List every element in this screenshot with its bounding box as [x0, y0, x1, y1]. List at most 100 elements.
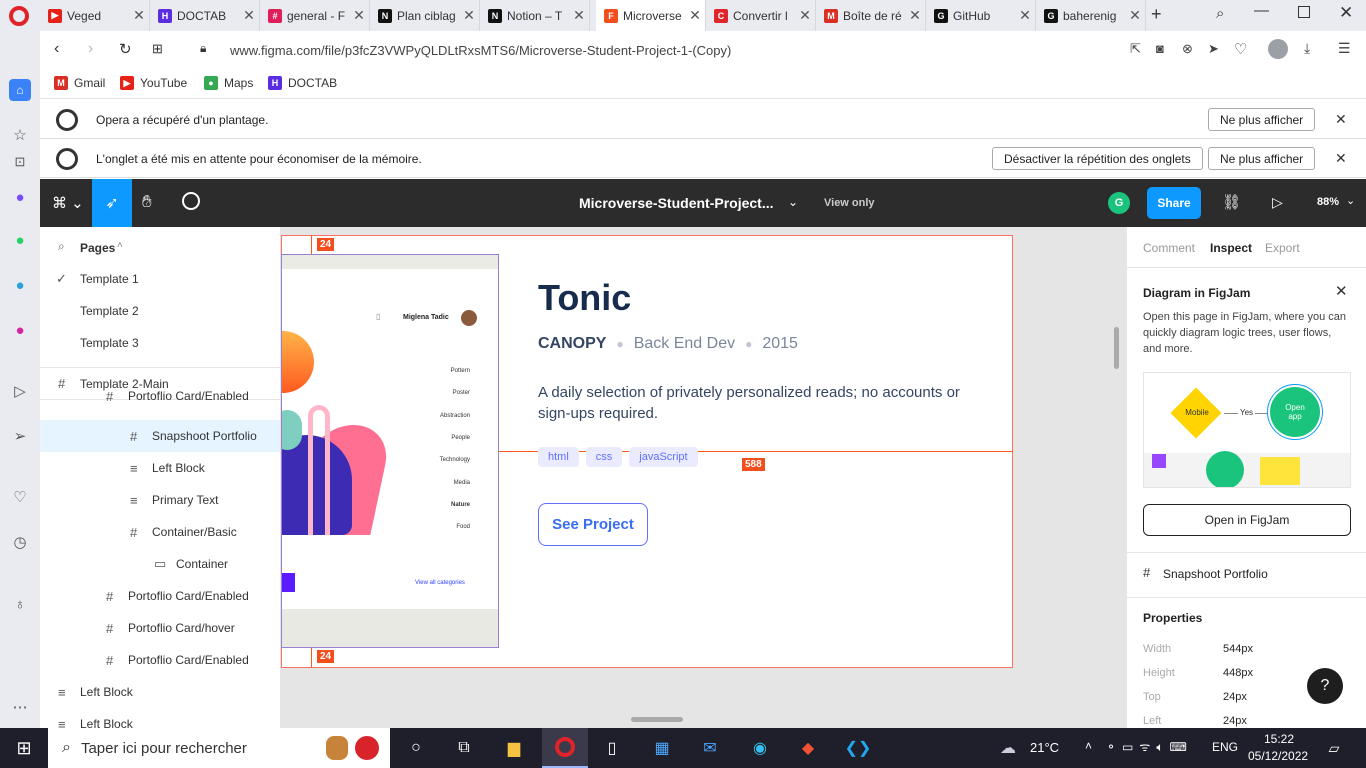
tab-close-icon[interactable]: ✕	[349, 7, 369, 24]
profile-icon[interactable]	[1268, 39, 1288, 59]
weather-icon[interactable]: ☁	[996, 736, 1020, 760]
vscode-icon[interactable]: ❮❯	[845, 736, 872, 760]
tab-close-icon[interactable]: ✕	[1015, 7, 1035, 24]
bookmark-heart-icon[interactable]: ♡	[1234, 40, 1247, 58]
send-icon[interactable]: ➢	[9, 425, 31, 447]
chevron-down-icon[interactable]: ⌄	[1346, 194, 1355, 207]
speed-dial-icon[interactable]: ☆	[9, 124, 31, 146]
mail-icon[interactable]: ✉	[698, 736, 722, 760]
minimize-icon[interactable]: —	[1254, 2, 1269, 19]
close-icon[interactable]: ✕	[1335, 111, 1347, 128]
avatar[interactable]: G	[1108, 192, 1130, 214]
browser-tab[interactable]: G GitHub ✕	[926, 0, 1036, 31]
figma-menu-icon[interactable]: ⌘ ⌄	[52, 194, 84, 212]
layer-item[interactable]: # Portoflio Card/hover	[40, 612, 280, 644]
whatsapp-icon[interactable]: ●	[9, 229, 31, 251]
new-tab-icon[interactable]: +	[1151, 4, 1162, 25]
browser-tab[interactable]: Gbaherenig ✕	[1036, 0, 1146, 31]
git-icon[interactable]: ◆	[796, 736, 820, 760]
tab-grid-icon[interactable]: ⊞	[152, 41, 163, 57]
tab-close-icon[interactable]: ✕	[1125, 7, 1145, 24]
send-page-icon[interactable]: ➤	[1208, 41, 1219, 57]
player-icon[interactable]: ▷	[9, 380, 31, 402]
disable-snooze-button[interactable]: Désactiver la répétition des onglets	[992, 147, 1203, 170]
file-title[interactable]: Microverse-Student-Project...	[579, 195, 774, 211]
browser-tab[interactable]: # general - F ✕	[260, 0, 370, 31]
canvas-scrollbar-horizontal[interactable]	[631, 717, 683, 722]
browser-tab[interactable]: F Microverse ✕	[596, 0, 706, 31]
browser-tab[interactable]: N Plan ciblag ✕	[370, 0, 480, 31]
page-item[interactable]: Template 2	[40, 295, 280, 327]
tab-export[interactable]: Export	[1265, 241, 1300, 255]
language-indicator[interactable]: ENG	[1212, 740, 1238, 754]
snooze-dismiss-button[interactable]: Ne plus afficher	[1208, 147, 1316, 170]
back-icon[interactable]: ‹	[54, 40, 59, 58]
browser-tab[interactable]: M Boîte de ré ✕	[816, 0, 926, 31]
reload-icon[interactable]: ↻	[119, 40, 132, 58]
browser-tab[interactable]: ▶ Veged ✕	[40, 0, 150, 31]
history-icon[interactable]: ◷	[9, 531, 31, 553]
layer-item[interactable]: # Portoflio Card/Enabled	[40, 388, 280, 404]
close-icon[interactable]: ✕	[1335, 282, 1348, 300]
messenger-icon[interactable]: ●	[9, 186, 31, 208]
adblock-icon[interactable]: ⊗	[1182, 41, 1193, 57]
tab-close-icon[interactable]: ✕	[795, 7, 815, 24]
layer-item[interactable]: ▭ Container	[40, 548, 280, 580]
crash-dismiss-button[interactable]: Ne plus afficher	[1208, 108, 1316, 131]
tray-chevron-icon[interactable]: ˄	[1085, 739, 1092, 753]
layer-item[interactable]: # Portoflio Card/Enabled	[40, 644, 280, 676]
chevron-down-icon[interactable]: ⌄	[788, 195, 798, 209]
close-window-icon[interactable]: ✕	[1339, 3, 1353, 23]
browser-tab[interactable]: C Convertir l ✕	[706, 0, 816, 31]
store-icon[interactable]: ▦	[650, 736, 674, 760]
easy-setup-icon[interactable]: ☰	[1338, 40, 1351, 57]
open-in-figjam-button[interactable]: Open in FigJam	[1143, 504, 1351, 536]
weather-temp[interactable]: 21°C	[1030, 740, 1059, 755]
notepad-icon[interactable]: ▯	[600, 736, 624, 760]
tab-close-icon[interactable]: ✕	[685, 7, 705, 24]
see-project-button[interactable]: See Project	[538, 503, 648, 546]
share-button[interactable]: Share	[1147, 187, 1201, 219]
tab-comment[interactable]: Comment	[1143, 241, 1195, 255]
notifications-icon[interactable]: ▱	[1322, 736, 1346, 760]
bookmark-item[interactable]: ● Maps	[204, 76, 253, 90]
layer-item[interactable]: # Portoflio Card/Enabled	[40, 580, 280, 612]
clock-time[interactable]: 15:22	[1264, 732, 1294, 746]
link-icon[interactable]: ⛓︎	[1222, 193, 1241, 211]
heart-icon[interactable]: ♡	[9, 486, 31, 508]
home-icon[interactable]: ⌂	[9, 79, 31, 101]
chevron-up-icon[interactable]: ˄	[117, 240, 123, 251]
edge-icon[interactable]: ◉	[748, 736, 772, 760]
layer-item[interactable]: ≡ Primary Text	[40, 484, 280, 516]
tab-close-icon[interactable]: ✕	[905, 7, 925, 24]
telegram-icon[interactable]: ●	[9, 274, 31, 296]
camera-icon[interactable]: ◙	[1156, 41, 1164, 56]
share-icon[interactable]: ⇱	[1130, 41, 1141, 57]
layer-item[interactable]: ≡ Left Block	[40, 676, 280, 708]
tab-close-icon[interactable]: ✕	[459, 7, 479, 24]
browser-tab[interactable]: H DOCTAB ✕	[150, 0, 260, 31]
tab-close-icon[interactable]: ✕	[129, 7, 149, 24]
layer-item[interactable]: # Container/Basic	[40, 516, 280, 548]
page-item[interactable]: ✓ Template 1	[40, 263, 280, 295]
extensions-icon[interactable]: ⊡	[9, 151, 31, 173]
search-tabs-icon[interactable]: ⌕	[1216, 5, 1224, 22]
snapshot-image[interactable]: ▯ Miglena Tadic Pottern Poster Abstraction…	[281, 254, 499, 648]
tab-inspect[interactable]: Inspect	[1210, 241, 1252, 255]
bookmark-item[interactable]: M Gmail	[54, 76, 105, 90]
zoom-level[interactable]: 88%	[1317, 196, 1339, 208]
move-tool-icon[interactable]: ➶	[92, 179, 132, 227]
more-icon[interactable]: ⋯	[9, 696, 31, 718]
download-icon[interactable]: ⤓	[1304, 40, 1310, 57]
close-icon[interactable]: ✕	[1335, 150, 1347, 167]
tab-close-icon[interactable]: ✕	[569, 7, 589, 24]
layer-item[interactable]: ≡ Left Block	[40, 452, 280, 484]
search-icon[interactable]: ⌕	[58, 239, 65, 254]
taskbar-search[interactable]: ⌕ Taper ici pour rechercher	[48, 728, 390, 768]
clock-date[interactable]: 05/12/2022	[1248, 749, 1308, 763]
file-explorer-icon[interactable]: ▆	[502, 736, 526, 760]
browser-tab[interactable]: N Notion – T ✕	[480, 0, 590, 31]
cortana-icon[interactable]: ○	[404, 736, 428, 760]
forward-icon[interactable]: ›	[88, 40, 93, 58]
comment-tool-icon[interactable]	[182, 192, 200, 210]
